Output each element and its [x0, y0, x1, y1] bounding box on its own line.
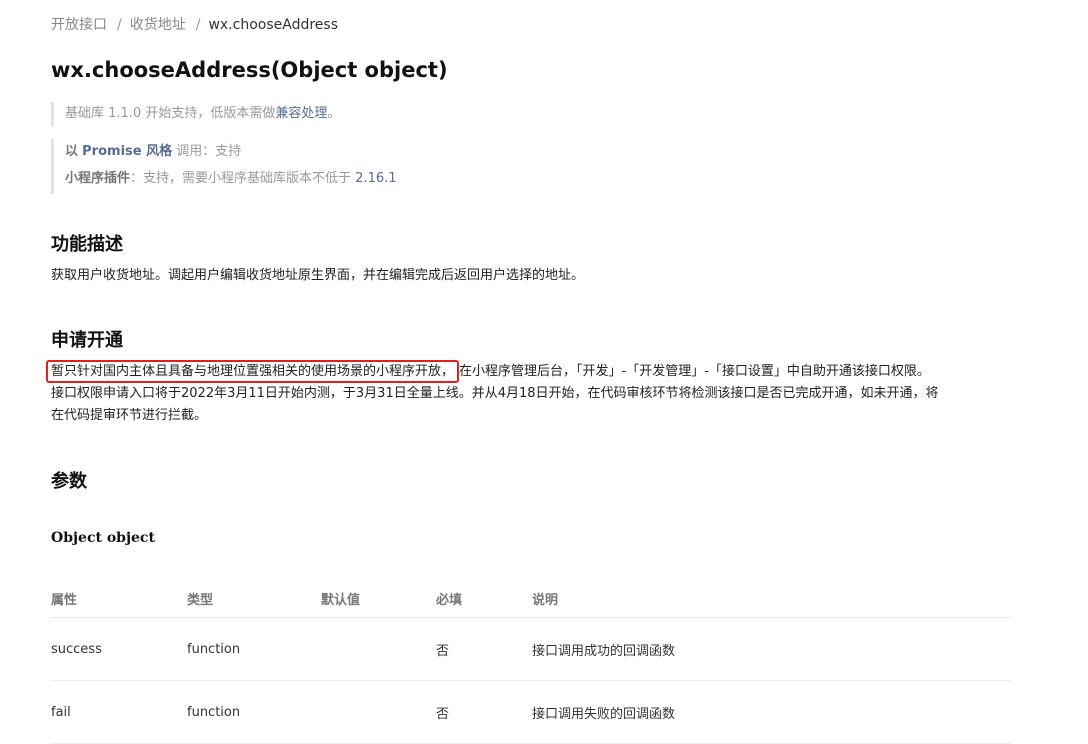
- plugin-support-line: 小程序插件：支持，需要小程序基础库版本不低于 2.16.1: [65, 166, 397, 193]
- object-title: Object object: [51, 530, 155, 546]
- cell-description: 接口调用成功的回调函数: [532, 617, 1011, 681]
- highlighted-restriction: 暂只针对国内主体且具备与地理位置强相关的使用场景的小程序开放，: [46, 360, 460, 383]
- col-header-description: 说明: [532, 579, 1011, 618]
- cell-property: fail: [51, 680, 187, 744]
- col-header-type: 类型: [187, 579, 321, 618]
- apply-text-line3: 在代码提审环节进行拦截。: [51, 408, 208, 423]
- table-header-row: 属性 类型 默认值 必填 说明: [51, 579, 1011, 618]
- cell-default: [321, 680, 436, 744]
- base-support-suffix: 。: [327, 106, 341, 121]
- table-row: fail function 否 接口调用失败的回调函数: [51, 680, 1011, 744]
- apply-paragraph: 暂只针对国内主体且具备与地理位置强相关的使用场景的小程序开放， 在小程序管理后台，…: [46, 360, 1011, 427]
- description-text: 获取用户收货地址。调起用户编辑收货地址原生界面，并在编辑完成后返回用户选择的地址…: [51, 268, 585, 283]
- breadcrumb-item-address[interactable]: 收货地址: [130, 17, 186, 33]
- plugin-support-text: ：支持，需要小程序基础库版本不低于: [130, 171, 352, 186]
- section-heading-description: 功能描述: [51, 234, 123, 255]
- breadcrumb: 开放接口 / 收货地址 / wx.chooseAddress: [51, 14, 338, 34]
- promise-support-text: 调用：支持: [176, 144, 242, 159]
- apply-text-line2: 接口权限申请入口将于2022年3月11日开始内测，于3月31日全量上线。并从4月…: [51, 386, 939, 401]
- params-table: 属性 类型 默认值 必填 说明 success function 否 接口调用成…: [51, 579, 1011, 744]
- cell-default: [321, 617, 436, 681]
- promise-prefix: 以: [65, 144, 79, 159]
- section-heading-params: 参数: [51, 471, 87, 492]
- cell-type: function: [187, 680, 321, 744]
- breadcrumb-separator: /: [117, 17, 122, 33]
- base-support-text: 基础库 1.1.0 开始支持，低版本需做: [65, 106, 276, 121]
- breadcrumb-item-open-api[interactable]: 开放接口: [51, 17, 107, 33]
- col-header-property: 属性: [51, 579, 187, 618]
- cell-description: 接口调用失败的回调函数: [532, 680, 1011, 744]
- col-header-required: 必填: [436, 579, 532, 618]
- promise-support-line: 以 Promise 风格 调用：支持: [65, 139, 397, 166]
- compat-link[interactable]: 兼容处理: [275, 106, 327, 121]
- promise-style-link[interactable]: Promise 风格: [82, 144, 172, 159]
- breadcrumb-separator: /: [195, 17, 201, 33]
- cell-property: success: [51, 617, 187, 681]
- base-support-note: 基础库 1.1.0 开始支持，低版本需做兼容处理。: [51, 102, 340, 126]
- plugin-label: 小程序插件: [65, 171, 131, 186]
- plugin-version: 2.16.1: [355, 171, 397, 186]
- apply-text-line1: 在小程序管理后台，「开发」-「开发管理」-「接口设置」中自助开通该接口权限。: [459, 364, 930, 379]
- section-heading-apply: 申请开通: [51, 330, 123, 351]
- col-header-default: 默认值: [321, 579, 436, 618]
- cell-required: 否: [436, 617, 532, 681]
- cell-type: function: [187, 617, 321, 681]
- table-row: success function 否 接口调用成功的回调函数: [51, 617, 1011, 681]
- breadcrumb-item-current: wx.chooseAddress: [208, 17, 338, 33]
- support-info: 以 Promise 风格 调用：支持 小程序插件：支持，需要小程序基础库版本不低…: [51, 139, 397, 194]
- cell-required: 否: [436, 680, 532, 744]
- page-title: wx.chooseAddress(Object object): [51, 58, 448, 82]
